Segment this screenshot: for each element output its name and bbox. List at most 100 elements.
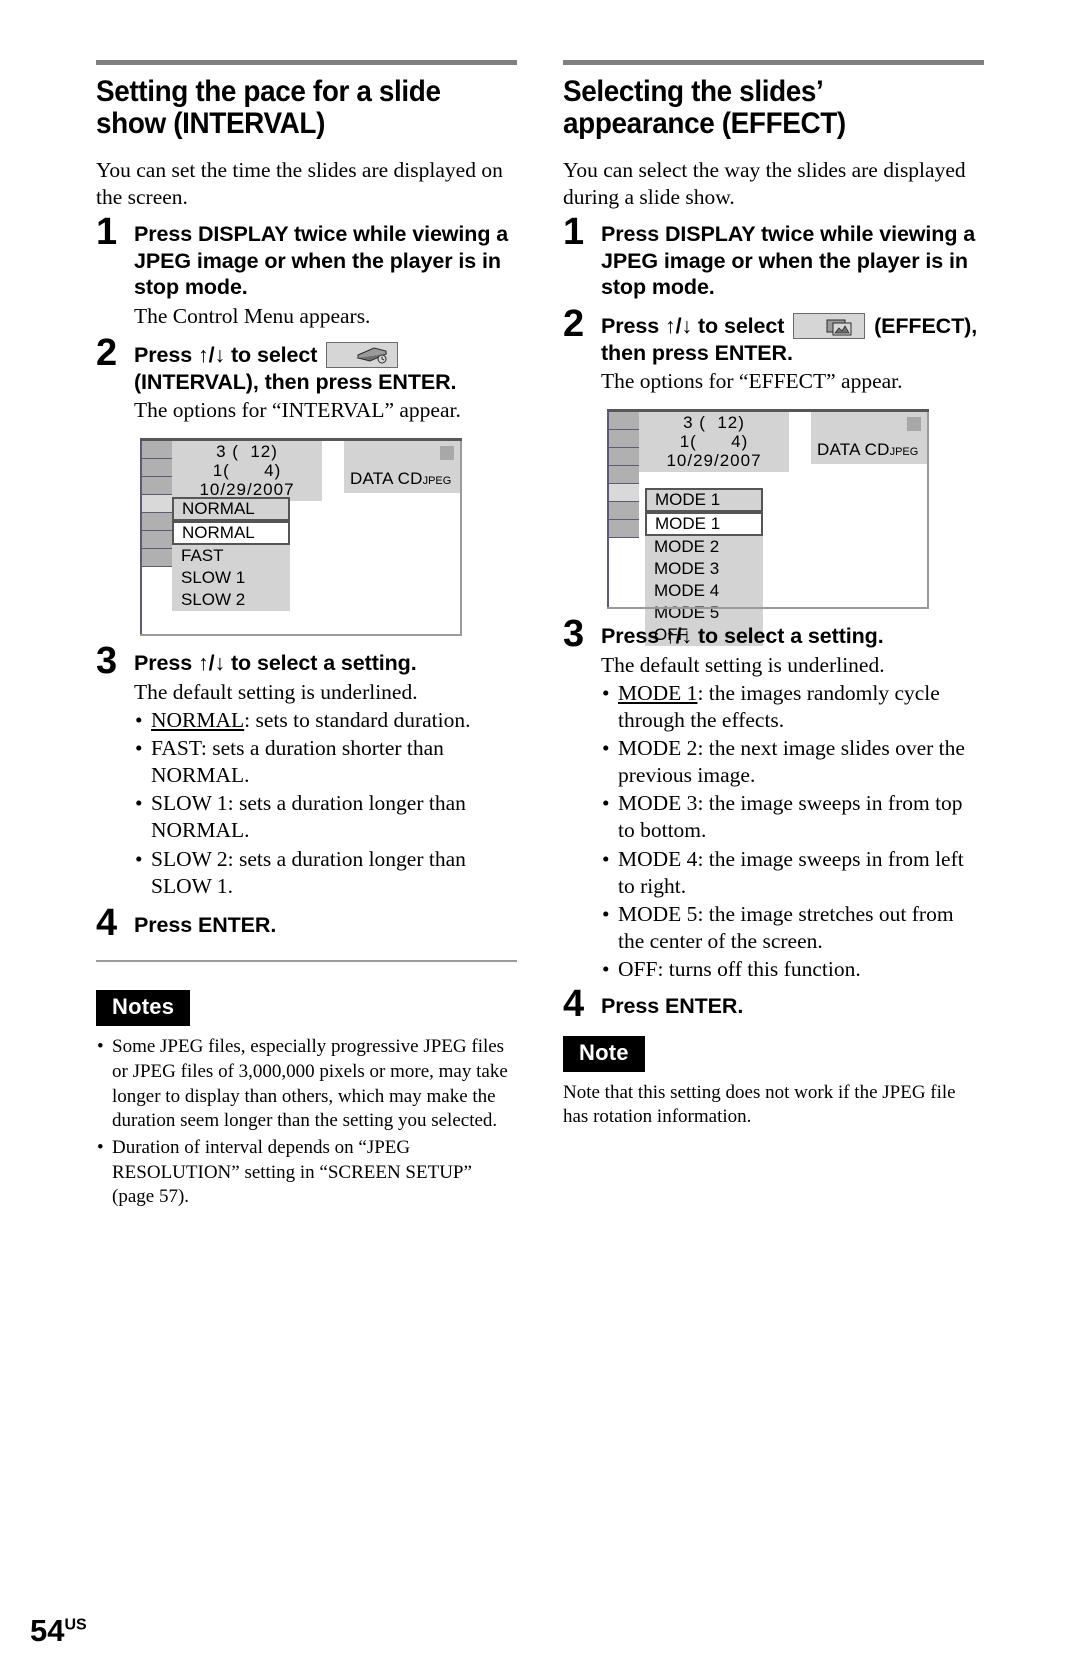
option-row[interactable]: NORMAL: [172, 521, 290, 546]
note-item: Duration of interval depends on “JPEG RE…: [96, 1136, 517, 1210]
badge-format-label: JPEG: [422, 475, 452, 488]
current-setting-row: NORMAL: [172, 497, 290, 522]
setting-item: MODE 2: the next image slides over the p…: [601, 735, 984, 789]
setting-item: NORMAL: sets to standard duration.: [134, 707, 517, 734]
screen-info-line-3: 10/29/2007: [666, 451, 762, 471]
page-number-region: US: [64, 1616, 87, 1634]
step-instruction: Press ↑/↓ to select (EFFECT), then press…: [601, 312, 984, 366]
heading-rule-right: [563, 60, 984, 65]
setting-name: MODE 2: [618, 736, 698, 761]
option-row[interactable]: MODE 3: [645, 558, 763, 581]
note-block-right: Note Note that this setting does not wor…: [563, 1035, 984, 1130]
step-instruction-after: (INTERVAL), then press ENTER.: [134, 369, 457, 394]
badge-square-icon: [440, 446, 454, 461]
step-3-left: 3 Press ↑/↓ to select a setting. The def…: [96, 642, 517, 899]
effect-icon: [793, 312, 866, 339]
screen-info-line-1: 3 ( 12): [683, 413, 745, 433]
setting-name: MODE 3: [618, 791, 698, 816]
manual-page: Setting the pace for a slide show (INTER…: [0, 0, 1080, 1677]
step-number: 1: [96, 210, 118, 253]
step-number: 3: [96, 640, 118, 683]
setting-name: SLOW 2: [151, 846, 228, 871]
menu-icon-slot: [142, 477, 172, 496]
effect-icon-glyph: [826, 319, 852, 336]
current-setting-row: MODE 1: [645, 488, 763, 513]
step-1-right: 1 Press DISPLAY twice while viewing a JP…: [563, 213, 984, 301]
setting-name: MODE 1: [618, 681, 698, 706]
page-number: 54US: [30, 1613, 87, 1649]
right-column: Selecting the slides’ appearance (EFFECT…: [563, 60, 984, 1210]
step-instruction: Press ↑/↓ to select a setting.: [134, 651, 417, 676]
badge-disc-label: DATA CD: [817, 440, 890, 460]
section-heading-interval: Setting the pace for a slide show (INTER…: [96, 75, 441, 141]
page-number-value: 54: [30, 1613, 65, 1648]
option-row[interactable]: MODE 4: [645, 580, 763, 603]
screen-bottom-border: [140, 634, 462, 637]
heading-rule-left: [96, 60, 517, 65]
setting-name: MODE 4: [618, 846, 698, 871]
menu-icon-slot: [142, 531, 172, 550]
option-row[interactable]: MODE 1: [645, 512, 763, 537]
screen-info-line-1: 3 ( 12): [216, 442, 278, 462]
menu-icon-slot-highlighted: [609, 484, 639, 503]
note-item: Some JPEG files, especially progressive …: [96, 1035, 517, 1134]
notes-block-left: Notes Some JPEG files, especially progre…: [96, 990, 517, 1210]
two-column-layout: Setting the pace for a slide show (INTER…: [96, 60, 984, 1210]
option-row[interactable]: SLOW 2: [172, 589, 290, 612]
setting-item: MODE 5: the image stretches out from the…: [601, 901, 984, 955]
option-row[interactable]: MODE 2: [645, 536, 763, 559]
step-detail: The options for “INTERVAL” appear.: [134, 398, 461, 423]
step-4-left: 4 Press ENTER.: [96, 904, 517, 942]
menu-icon-slot: [609, 412, 639, 431]
step-instruction: Press ENTER.: [601, 993, 744, 1018]
step-2-left: 2 Press ↑/↓ to select (INTERVAL), then p…: [96, 334, 517, 424]
note-label: Note: [563, 1035, 645, 1072]
notes-list: Some JPEG files, especially progressive …: [96, 1035, 517, 1210]
menu-icon-slot: [142, 441, 172, 460]
interval-icon: [326, 341, 399, 368]
step-instruction: Press ENTER.: [134, 912, 277, 937]
control-menu-icon-column: [140, 441, 172, 568]
section-heading-effect: Selecting the slides’ appearance (EFFECT…: [563, 75, 846, 141]
menu-icon-slot: [609, 466, 639, 485]
step-instruction: Press ↑/↓ to select (INTERVAL), then pre…: [134, 341, 517, 395]
option-row[interactable]: FAST: [172, 545, 290, 568]
setting-name: FAST: [151, 736, 201, 761]
menu-icon-slot: [609, 502, 639, 521]
note-text: Note that this setting does not work if …: [563, 1081, 956, 1128]
step-1-left: 1 Press DISPLAY twice while viewing a JP…: [96, 213, 517, 330]
option-row[interactable]: SLOW 1: [172, 567, 290, 590]
setting-item: MODE 3: the image sweeps in from top to …: [601, 790, 984, 844]
menu-icon-slot: [142, 459, 172, 478]
setting-name: SLOW 1: [151, 791, 228, 816]
screen-info-block: 3 ( 12) 1( 4) 10/29/2007: [639, 412, 789, 473]
setting-item: SLOW 1: sets a duration longer than NORM…: [134, 790, 517, 844]
step-number: 2: [563, 302, 585, 345]
badge-disc-label: DATA CD: [350, 469, 423, 489]
notes-divider: [96, 960, 517, 963]
step-instruction-before: Press ↑/↓ to select: [601, 313, 785, 338]
option-row[interactable]: MODE 5: [645, 602, 763, 625]
menu-icon-slot: [142, 513, 172, 532]
setting-item: MODE 1: the images randomly cycle throug…: [601, 680, 984, 734]
left-column: Setting the pace for a slide show (INTER…: [96, 60, 517, 1210]
step-number: 3: [563, 613, 585, 656]
disc-type-badge: DATA CDJPEG: [811, 412, 929, 465]
badge-square-icon: [907, 417, 921, 432]
step-4-right: 4 Press ENTER.: [563, 985, 984, 1023]
step-instruction: Press DISPLAY twice while viewing a JPEG…: [134, 221, 509, 300]
step-detail: The Control Menu appears.: [134, 303, 371, 328]
step-2-right: 2 Press ↑/↓ to select (EFFECT), then pre…: [563, 305, 984, 395]
badge-text: DATA CDJPEG: [350, 469, 451, 489]
interval-icon-glyph: [356, 347, 388, 364]
step-instruction-before: Press ↑/↓ to select: [134, 342, 318, 367]
setting-desc: : turns off this function.: [657, 956, 861, 981]
screen-right-border: [927, 412, 929, 610]
screen-info-block: 3 ( 12) 1( 4) 10/29/2007: [172, 441, 322, 502]
step-detail: The options for “EFFECT” appear.: [601, 369, 903, 394]
setting-name: MODE 5: [618, 901, 698, 926]
setting-item: MODE 4: the image sweeps in from left to…: [601, 846, 984, 900]
setting-desc: : sets to standard duration.: [244, 708, 471, 733]
step-3-right: 3 Press ↑/↓ to select a setting. The def…: [563, 615, 984, 983]
step-number: 4: [96, 901, 118, 944]
